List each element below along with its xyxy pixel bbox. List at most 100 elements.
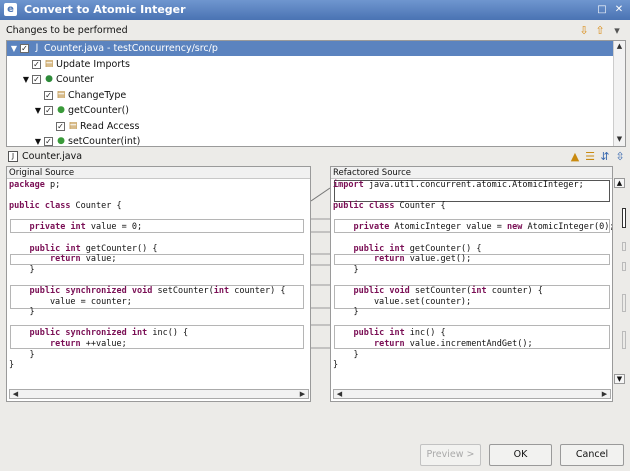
keyword-token: void: [131, 286, 153, 296]
tree-item-checkbox[interactable]: ✓: [20, 44, 29, 53]
tree-item-checkbox[interactable]: ✓: [56, 121, 65, 131]
previous-difference-icon[interactable]: ⇳: [613, 150, 627, 164]
tree-item-label: ChangeType: [68, 89, 127, 101]
original-source-title: Original Source: [7, 167, 310, 179]
original-source-pane[interactable]: Original Source package p; public class C…: [6, 166, 311, 402]
tree-item[interactable]: ✓ ▤ Read Access: [7, 119, 613, 134]
window-title: Convert to Atomic Integer: [24, 3, 186, 16]
tree-item-checkbox[interactable]: ✓: [32, 59, 41, 69]
next-difference-icon[interactable]: ⇵: [598, 150, 612, 164]
cancel-button[interactable]: Cancel: [560, 444, 624, 466]
changes-tree[interactable]: ▼ ✓ J Counter.java - testConcurrency/src/p ✓…: [6, 40, 626, 147]
java-file-icon: J: [8, 151, 18, 162]
tree-item-checkbox[interactable]: ✓: [32, 75, 41, 84]
ok-button[interactable]: OK: [489, 444, 552, 466]
code-line: public class Counter {: [9, 201, 122, 212]
change-marker[interactable]: [622, 262, 626, 271]
keyword-token: public: [353, 328, 385, 339]
change-marker[interactable]: [622, 208, 626, 228]
keyword-token: public: [353, 286, 385, 296]
change-icon: ▤: [68, 120, 78, 131]
keyword-token: public: [9, 201, 40, 212]
tree-item-label: setCounter(int): [68, 136, 141, 147]
code-line: public synchronized int inc() {: [29, 328, 189, 339]
scroll-left-icon[interactable]: ◀: [11, 390, 20, 399]
class-icon: ●: [45, 74, 53, 84]
change-marker[interactable]: [622, 331, 626, 349]
tree-item-checkbox[interactable]: ✓: [44, 106, 53, 115]
scroll-up-icon[interactable]: ▲: [614, 178, 625, 188]
code-line: }: [333, 307, 359, 318]
tree-item[interactable]: ▼ ✓ ● getCounter(): [7, 103, 613, 118]
close-button[interactable]: ✕: [613, 4, 625, 16]
code-line: private int value = 0;: [29, 222, 143, 233]
keyword-token: public: [29, 286, 61, 296]
keyword-token: return: [373, 339, 405, 349]
expand-toggle-icon[interactable]: ▼: [33, 103, 43, 118]
tree-vertical-scrollbar[interactable]: ▲ ▼: [613, 41, 625, 146]
tree-item[interactable]: ▼ ✓ J Counter.java - testConcurrency/src/p: [7, 41, 613, 56]
tree-item[interactable]: ▼ ✓ ● setCounter(int): [7, 134, 613, 147]
diff-connector-gutter: [311, 166, 330, 402]
keyword-token: import: [333, 180, 364, 190]
scroll-down-icon[interactable]: ▼: [614, 374, 625, 384]
scroll-down-icon[interactable]: ▼: [615, 135, 624, 144]
keyword-token: class: [368, 201, 395, 212]
previous-change-icon[interactable]: ⇧: [593, 24, 607, 38]
code-line: return value;: [49, 254, 117, 265]
keyword-token: synchronized: [65, 328, 127, 339]
scroll-right-icon[interactable]: ▶: [600, 390, 609, 399]
keyword-token: int: [131, 328, 148, 339]
code-line: public int inc() {: [353, 328, 446, 339]
tree-item-label: Counter: [56, 74, 94, 85]
maximize-button[interactable]: □: [596, 4, 608, 16]
keyword-token: void: [389, 286, 410, 296]
keyword-token: int: [471, 286, 487, 296]
eclipse-icon: e: [4, 3, 17, 16]
code-line: }: [9, 307, 35, 318]
tree-item[interactable]: ✓ ▤ Update Imports: [7, 57, 613, 72]
keyword-token: package: [9, 180, 45, 190]
changes-label: Changes to be performed: [6, 25, 128, 36]
code-line: value = counter;: [9, 296, 132, 307]
preview-button[interactable]: Preview >: [420, 444, 481, 466]
tree-item[interactable]: ✓ ▤ ChangeType: [7, 88, 613, 103]
tree-item-checkbox[interactable]: ✓: [44, 90, 53, 100]
compare-file-label: Counter.java: [22, 151, 83, 162]
code-line: }: [333, 360, 339, 371]
changes-header: Changes to be performed ⇩ ⇧ ▾: [6, 23, 626, 40]
right-horizontal-scrollbar[interactable]: ◀ ▶: [333, 389, 611, 399]
code-line: return value.get();: [373, 254, 472, 265]
expand-toggle-icon[interactable]: ▼: [33, 134, 43, 146]
tree-item[interactable]: ▼ ✓ ● Counter: [7, 72, 613, 87]
expand-toggle-icon[interactable]: ▼: [9, 41, 19, 56]
code-line: }: [9, 349, 35, 360]
scroll-left-icon[interactable]: ◀: [335, 390, 344, 399]
change-marker[interactable]: [622, 294, 626, 312]
keyword-token: public: [333, 201, 364, 212]
next-change-icon[interactable]: ⇩: [577, 24, 591, 38]
code-line: return ++value;: [49, 339, 127, 349]
overview-ruler[interactable]: ▲ ▼: [613, 166, 626, 402]
change-icon: ▤: [56, 89, 66, 100]
refactored-source-pane[interactable]: Refactored Source import java.util.concu…: [330, 166, 613, 402]
copy-current-icon[interactable]: ☰: [583, 150, 597, 164]
scroll-up-icon[interactable]: ▲: [615, 42, 624, 51]
change-icon: ▤: [44, 58, 54, 69]
filter-menu-icon[interactable]: ▾: [610, 24, 624, 38]
scroll-right-icon[interactable]: ▶: [298, 390, 307, 399]
code-line: public int getCounter() {: [353, 243, 482, 254]
keyword-token: public: [29, 243, 61, 254]
java-file-icon: J: [35, 43, 39, 53]
change-marker[interactable]: [622, 242, 626, 251]
expand-toggle-icon[interactable]: ▼: [21, 72, 31, 87]
tree-item-label: Update Imports: [56, 58, 130, 70]
left-horizontal-scrollbar[interactable]: ◀ ▶: [9, 389, 309, 399]
keyword-token: new: [507, 222, 523, 233]
code-line: public int getCounter() {: [29, 243, 158, 254]
method-icon: ●: [57, 105, 65, 115]
copy-all-icon[interactable]: ▲: [568, 150, 582, 164]
keyword-token: synchronized: [65, 286, 127, 296]
tree-item-checkbox[interactable]: ✓: [44, 137, 53, 146]
code-line: return value.incrementAndGet();: [373, 339, 533, 349]
